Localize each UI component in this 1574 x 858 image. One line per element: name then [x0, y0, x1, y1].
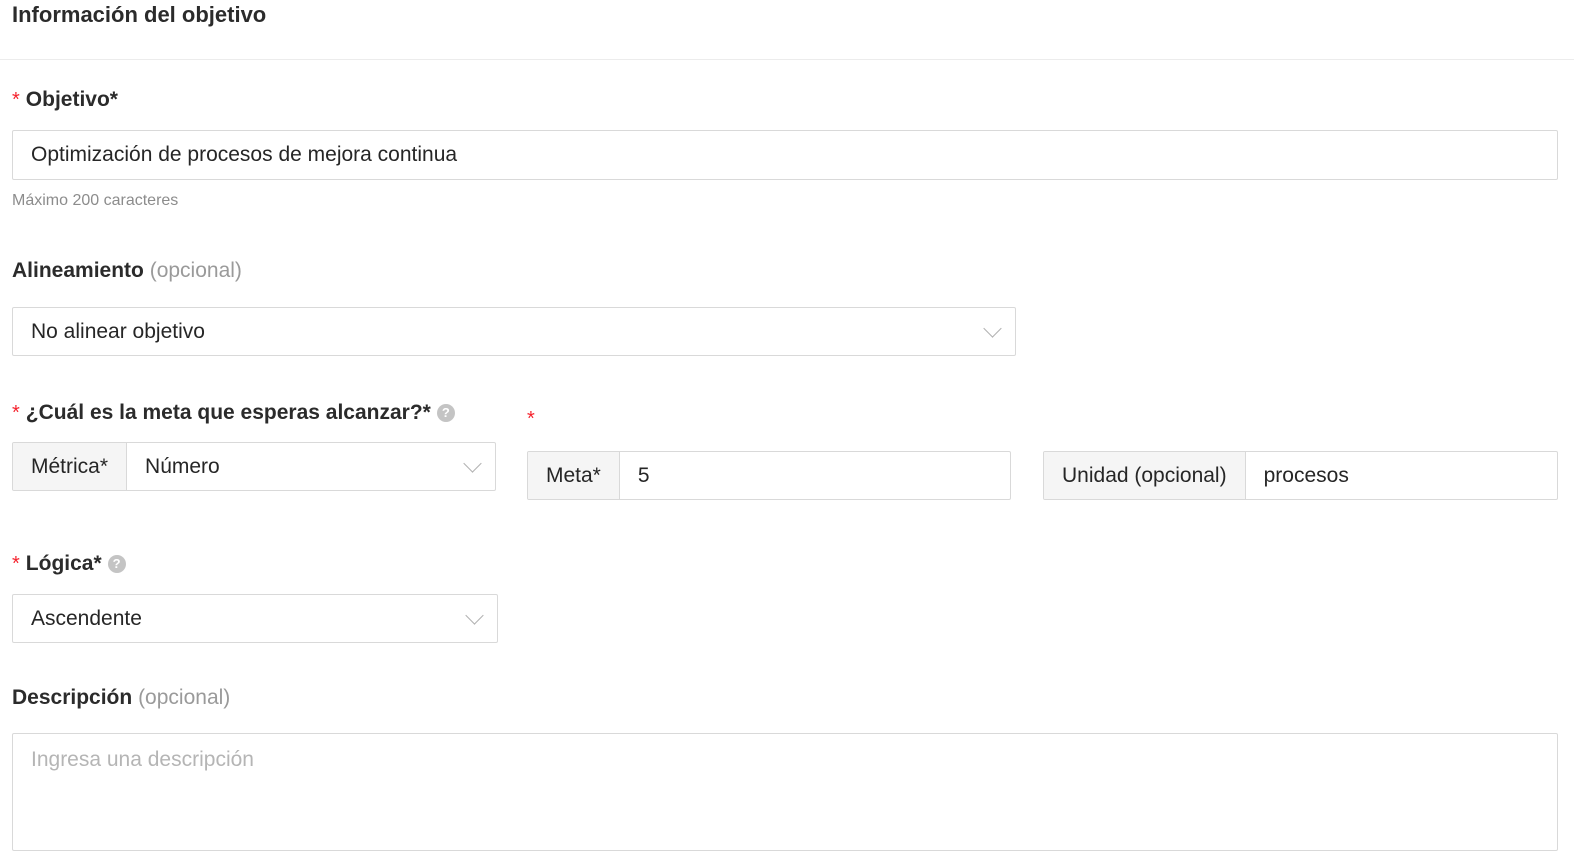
section-divider — [0, 59, 1574, 60]
unit-addon: Unidad (opcional) — [1044, 452, 1246, 499]
meta-required-asterisk-icon: * — [527, 408, 535, 430]
section-title: Información del objetivo — [12, 2, 267, 27]
description-textarea[interactable]: Ingresa una descripción — [12, 733, 1558, 851]
chevron-down-icon — [465, 605, 484, 625]
description-optional-tag: (opcional) — [138, 686, 231, 709]
metric-select[interactable]: Métrica* Número — [12, 442, 496, 491]
objective-input[interactable]: Optimización de procesos de mejora conti… — [12, 130, 1558, 180]
required-asterisk-icon: * — [12, 89, 20, 111]
description-placeholder: Ingresa una descripción — [31, 748, 254, 771]
alignment-select[interactable]: No alinear objetivo — [12, 307, 1016, 356]
alignment-optional-tag: (opcional) — [149, 259, 242, 282]
chevron-down-icon — [983, 318, 1002, 338]
unit-input-value: procesos — [1263, 463, 1349, 487]
objective-input-value: Optimización de procesos de mejora conti… — [31, 143, 458, 166]
chevron-down-icon — [463, 453, 482, 473]
alignment-label: Alineamiento (opcional) — [12, 259, 242, 282]
logic-select[interactable]: Ascendente — [12, 594, 498, 643]
help-icon[interactable]: ? — [107, 555, 126, 574]
alignment-select-value: No alinear objetivo — [31, 319, 205, 343]
description-label: Descripción (opcional) — [12, 686, 231, 709]
metric-select-value: Número — [145, 454, 220, 478]
meta-input[interactable]: Meta* 5 — [527, 451, 1011, 500]
help-icon[interactable]: ? — [436, 404, 455, 423]
meta-input-value: 5 — [637, 463, 650, 487]
logic-label: * Lógica*? — [12, 552, 126, 576]
goal-label: * ¿Cuál es la meta que esperas alcanzar?*… — [12, 401, 455, 425]
logic-select-value: Ascendente — [31, 606, 142, 630]
objective-hint: Máximo 200 caracteres — [12, 192, 179, 209]
required-asterisk-icon: * — [12, 402, 20, 424]
required-asterisk-icon: * — [12, 553, 20, 575]
meta-addon: Meta* — [528, 452, 620, 499]
objective-label: * Objetivo* — [12, 88, 118, 111]
metric-addon: Métrica* — [13, 443, 128, 490]
unit-input[interactable]: Unidad (opcional) procesos — [1043, 451, 1558, 500]
